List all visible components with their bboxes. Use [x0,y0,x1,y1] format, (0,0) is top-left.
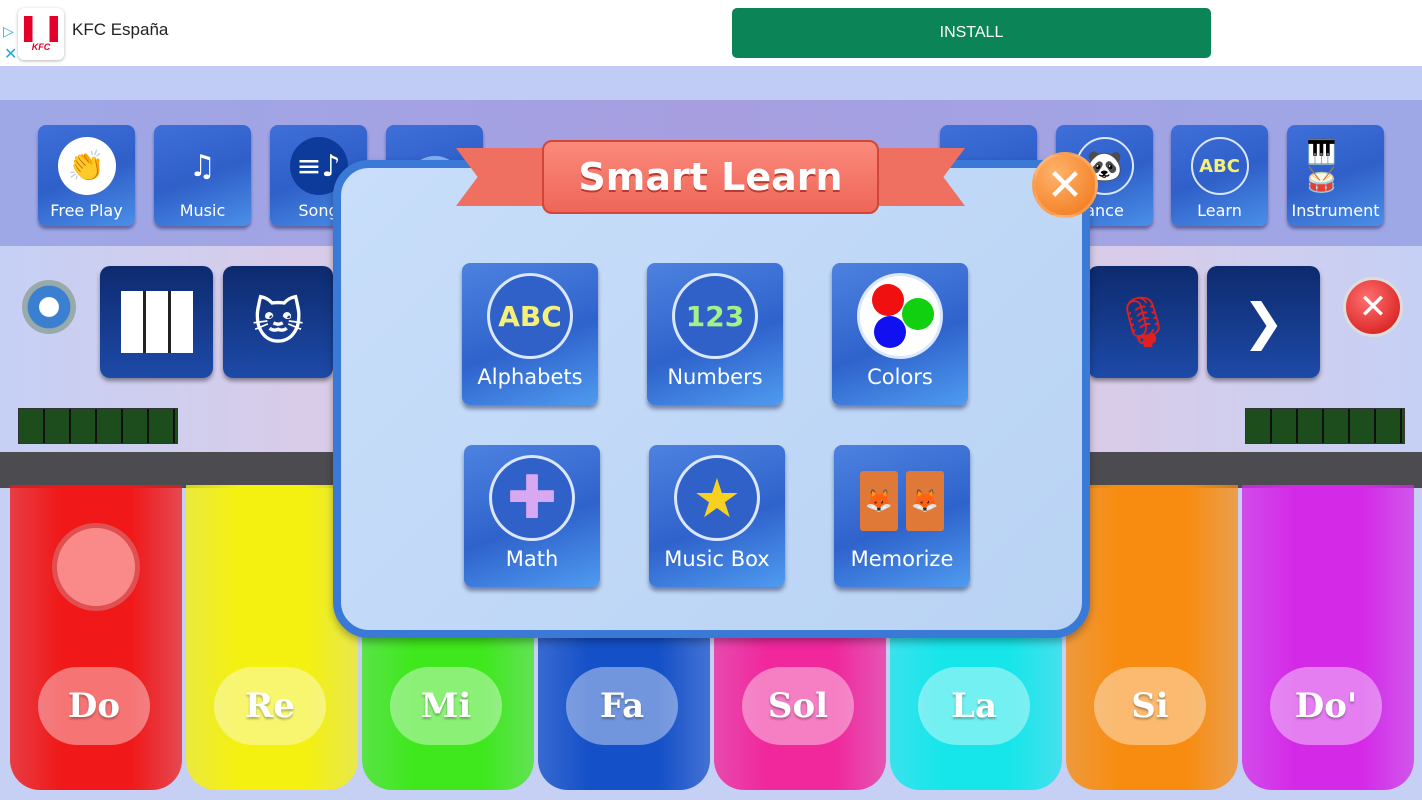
piano-key-si[interactable]: Si [1066,485,1238,790]
clapping-hands-icon: 👏 [57,137,116,195]
math-tile[interactable]: ✚ Math [464,445,600,587]
led-display-right [1245,408,1405,444]
ad-banner[interactable]: ▷ ✕ KFC KFC España INSTALL [0,0,1422,66]
cat-icon[interactable]: 🐱 [223,266,333,378]
install-button[interactable]: INSTALL [732,8,1211,58]
microphone-icon[interactable]: 🎙 [1088,266,1198,378]
led-display-left [18,408,178,444]
alphabets-tile[interactable]: ABC Alphabets [462,263,598,405]
kfc-logo: KFC [18,8,64,60]
instrument-button[interactable]: 🎹🥁 Instrument [1287,125,1384,226]
dialog-title: Smart Learn [542,140,879,214]
close-icon[interactable]: ✕ [1343,277,1403,337]
piano-key-do[interactable]: Do [10,485,182,790]
numbers-tile[interactable]: 123 Numbers [647,263,783,405]
piano-key-do-high[interactable]: Do' [1242,485,1414,790]
abc-icon: ABC [1190,137,1249,195]
memorize-tile[interactable]: 🦊 🦊 Memorize [834,445,970,587]
music-box-tile[interactable]: ★ Music Box [649,445,785,587]
music-note-muted-icon: ♫ [189,148,216,184]
piano-keys-icon[interactable] [100,266,213,378]
top-band [0,66,1422,102]
memory-cards-icon: 🦊 🦊 [860,455,944,547]
touch-indicator [52,523,140,611]
free-play-button[interactable]: 👏 Free Play [38,125,135,226]
music-button[interactable]: ♫ Music [154,125,251,226]
dialog-close-button[interactable]: ✕ [1032,152,1098,218]
learn-button[interactable]: ABC Learn [1171,125,1268,226]
plus-icon: ✚ [489,455,575,541]
ad-choices-icon[interactable]: ▷ [3,24,14,40]
color-dots-icon [857,273,943,359]
instruments-icon: 🎹🥁 [1306,138,1337,194]
colors-tile[interactable]: Colors [832,263,968,405]
next-arrow-icon[interactable]: ❯ [1207,266,1320,378]
abc-icon: ABC [487,273,573,359]
ad-advertiser-name: KFC España [72,20,169,39]
star-icon: ★ [674,455,760,541]
gear-icon[interactable] [22,280,76,334]
ad-close-icon[interactable]: ✕ [4,44,17,63]
numbers-icon: 123 [672,273,758,359]
